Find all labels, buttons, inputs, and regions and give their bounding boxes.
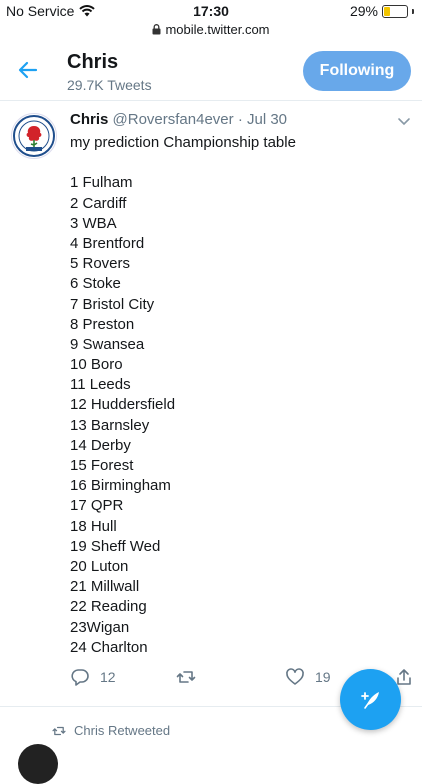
tweet-text: my prediction Championship table 1 Fulha…	[70, 133, 400, 658]
battery-fill	[384, 6, 390, 16]
table-entry: 14 Derby	[70, 436, 131, 454]
like-count: 19	[315, 669, 331, 685]
table-entry: 24 Charlton	[70, 638, 148, 656]
url-text: mobile.twitter.com	[165, 22, 270, 37]
table-entry: 1 Fulham	[70, 174, 133, 192]
table-entry: 8 Preston	[70, 315, 135, 333]
table-entry: 16 Birmingham	[70, 477, 171, 495]
chevron-down-icon[interactable]	[397, 114, 411, 128]
retweet-notice-text: Chris Retweeted	[74, 723, 171, 738]
table-entry: 18 Hull	[70, 517, 117, 535]
following-button[interactable]: Following	[303, 51, 411, 91]
table-entry: 6 Stoke	[70, 275, 121, 293]
tweet-header: Chris @Roversfan4ever · Jul 30	[70, 111, 287, 128]
reply-button[interactable]: 12	[70, 667, 116, 687]
profile-name: Chris	[67, 51, 119, 73]
reply-count: 12	[100, 669, 116, 685]
retweet-icon	[176, 671, 196, 683]
table-entry: 23Wigan	[70, 618, 130, 636]
table-entry: 19 Sheff Wed	[70, 537, 161, 555]
avatar[interactable]	[18, 744, 58, 784]
table-entry: 11 Leeds	[70, 376, 131, 394]
status-bar: No Service 17:30 29%	[0, 0, 422, 22]
tweet-author-name[interactable]: Chris	[70, 111, 108, 128]
separator-dot: ·	[237, 111, 243, 128]
retweet-icon	[52, 726, 66, 735]
retweet-notice: Chris Retweeted	[52, 723, 170, 738]
lock-icon	[152, 24, 161, 35]
like-button[interactable]: 19	[285, 667, 331, 687]
status-right: 29%	[350, 3, 414, 19]
address-bar[interactable]: mobile.twitter.com	[0, 22, 422, 37]
tweet-author-handle[interactable]: @Roversfan4ever	[113, 111, 234, 128]
back-arrow-icon[interactable]	[16, 58, 40, 82]
profile-header: Chris 29.7K Tweets Following	[0, 42, 422, 101]
prediction-table: 1 Fulham 2 Cardiff 3 WBA 4 Brentford 5 Rover…	[70, 173, 400, 658]
table-entry: 9 Swansea	[70, 335, 145, 353]
tweet-count: 29.7K Tweets	[67, 77, 152, 93]
club-crest-icon	[13, 115, 55, 157]
table-entry: 17 QPR	[70, 497, 124, 515]
tweet[interactable]: Chris @Roversfan4ever · Jul 30 my predic…	[0, 101, 422, 707]
table-entry: 4 Brentford	[70, 234, 145, 252]
table-entry: 5 Rovers	[70, 255, 131, 273]
avatar[interactable]	[11, 113, 57, 159]
table-entry: 13 Barnsley	[70, 416, 150, 434]
table-entry: 3 WBA	[70, 214, 117, 232]
table-entry: 10 Boro	[70, 356, 123, 374]
table-entry: 20 Luton	[70, 557, 129, 575]
table-entry: 15 Forest	[70, 457, 134, 474]
compose-quill-icon	[360, 691, 379, 709]
battery-icon	[382, 4, 408, 18]
compose-tweet-button[interactable]	[340, 669, 401, 730]
heart-icon	[286, 668, 304, 685]
table-entry: 21 Millwall	[70, 578, 140, 596]
table-entry: 7 Bristol City	[70, 295, 155, 313]
battery-percent: 29%	[349, 3, 378, 19]
reply-icon	[71, 669, 89, 686]
tweet-intro: my prediction Championship table	[70, 134, 296, 151]
table-entry: 2 Cardiff	[70, 194, 127, 212]
table-entry: 22 Reading	[70, 598, 147, 616]
tweet-date[interactable]: Jul 30	[247, 111, 287, 128]
retweet-button[interactable]	[176, 667, 196, 687]
battery-tip	[412, 8, 414, 14]
table-entry: 12 Huddersfield	[70, 396, 176, 414]
